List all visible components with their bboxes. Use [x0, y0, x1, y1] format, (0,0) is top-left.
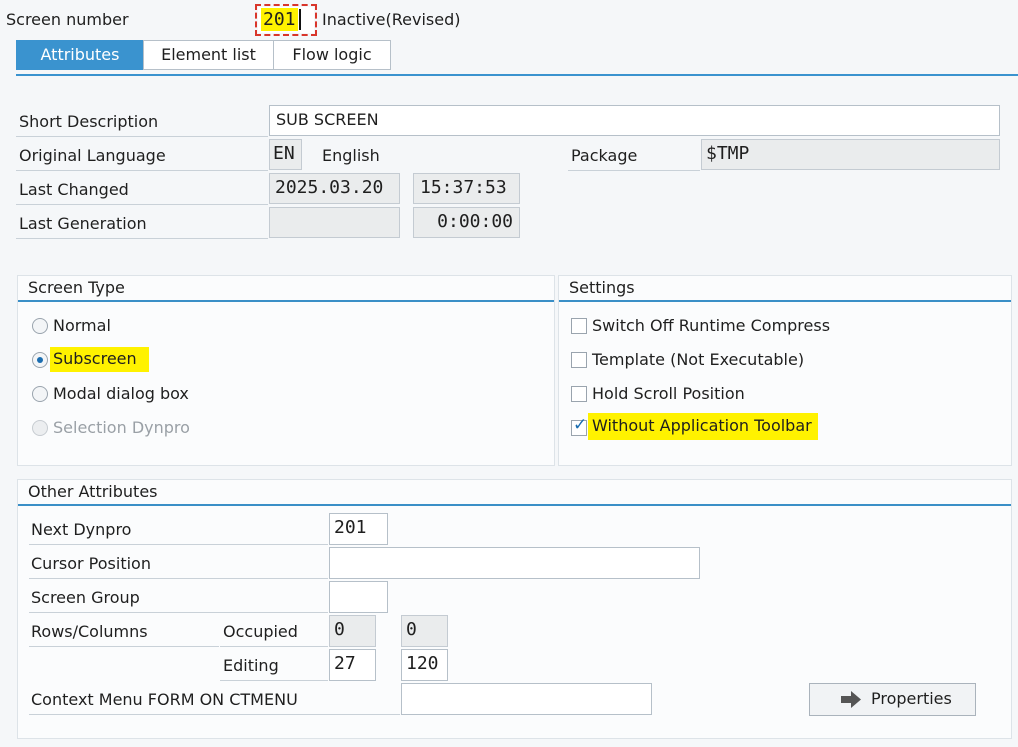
package-label: Package	[571, 146, 638, 165]
screen-group-label: Screen Group	[31, 588, 140, 607]
label-underline	[29, 612, 328, 613]
checkbox-template-label: Template (Not Executable)	[592, 350, 805, 369]
screen-number-label: Screen number	[6, 10, 129, 29]
radio-modal-dialog-box[interactable]	[32, 386, 48, 402]
next-dynpro-input[interactable]: 201	[329, 513, 388, 545]
label-underline	[29, 544, 328, 545]
tab-flow-logic[interactable]: Flow logic	[273, 40, 391, 70]
screen-type-title: Screen Type	[28, 278, 125, 297]
tab-strip-underline	[16, 74, 1018, 76]
checkbox-hold-scroll-position-label: Hold Scroll Position	[592, 384, 745, 403]
checkbox-switch-off-runtime-compress[interactable]	[571, 318, 587, 334]
last-generation-label: Last Generation	[19, 214, 147, 233]
settings-title: Settings	[569, 278, 635, 297]
label-underline	[220, 680, 328, 681]
screen-number-input[interactable]: 201	[258, 7, 314, 33]
radio-normal[interactable]	[32, 318, 48, 334]
label-underline	[16, 204, 268, 205]
editing-columns-input[interactable]: 120	[401, 649, 448, 681]
text-cursor	[298, 9, 301, 30]
radio-normal-label: Normal	[53, 316, 111, 335]
label-underline	[568, 170, 700, 171]
last-generation-date-field	[269, 207, 400, 238]
label-underline	[29, 646, 219, 647]
editing-rows-input[interactable]: 27	[329, 649, 376, 681]
radio-subscreen-label: Subscreen	[50, 347, 149, 372]
language-name: English	[322, 146, 380, 165]
package-field: $TMP	[701, 139, 1000, 170]
checkbox-hold-scroll-position[interactable]	[571, 386, 587, 402]
label-underline	[16, 170, 268, 171]
subscreen-text: Subscreen	[50, 347, 149, 372]
checkbox-template[interactable]	[571, 352, 587, 368]
occupied-columns-field: 0	[401, 615, 448, 647]
panel-title-rule	[559, 300, 1011, 302]
checkmark-icon: ✓	[573, 415, 588, 435]
radio-selection-dynpro	[32, 420, 48, 436]
rows-columns-label: Rows/Columns	[31, 622, 148, 641]
properties-button-label: Properties	[871, 689, 952, 708]
radio-selection-dynpro-label: Selection Dynpro	[53, 418, 190, 437]
context-menu-label: Context Menu FORM ON CTMENU	[31, 690, 298, 709]
original-language-label: Original Language	[19, 146, 166, 165]
cursor-position-input[interactable]	[329, 547, 700, 579]
last-changed-date-field: 2025.03.20	[269, 173, 400, 204]
panel-title-rule	[18, 504, 1011, 506]
radio-modal-dialog-box-label: Modal dialog box	[53, 384, 189, 403]
label-underline	[16, 136, 268, 137]
short-description-label: Short Description	[19, 112, 159, 131]
editing-label: Editing	[223, 656, 279, 675]
properties-button[interactable]: Properties	[809, 683, 976, 716]
label-underline	[220, 646, 328, 647]
without-toolbar-text: Without Application Toolbar	[588, 413, 818, 440]
label-underline	[29, 578, 328, 579]
checkbox-switch-off-runtime-compress-label: Switch Off Runtime Compress	[592, 316, 831, 335]
checkbox-without-application-toolbar[interactable]: ✓	[571, 415, 587, 436]
occupied-label: Occupied	[223, 622, 298, 641]
last-changed-time-field: 15:37:53	[413, 173, 520, 204]
last-generation-time-field: 0:00:00	[413, 207, 520, 238]
next-dynpro-label: Next Dynpro	[31, 520, 132, 539]
tab-element-list[interactable]: Element list	[143, 40, 274, 70]
checkbox-without-application-toolbar-label: Without Application Toolbar	[588, 413, 818, 440]
arrow-right-icon	[840, 684, 862, 715]
occupied-rows-field: 0	[329, 615, 376, 647]
tab-attributes[interactable]: Attributes	[16, 40, 144, 70]
panel-title-rule	[18, 300, 554, 302]
radio-subscreen[interactable]	[32, 352, 48, 368]
last-changed-label: Last Changed	[19, 180, 129, 199]
screen-status: Inactive(Revised)	[322, 10, 461, 29]
screen-group-input[interactable]	[329, 581, 388, 613]
label-underline	[29, 714, 400, 715]
screen-number-value: 201	[261, 8, 298, 31]
context-menu-input[interactable]	[401, 683, 652, 715]
language-code-field: EN	[269, 139, 302, 170]
short-description-input[interactable]: SUB SCREEN	[269, 105, 1000, 136]
cursor-position-label: Cursor Position	[31, 554, 151, 573]
other-attributes-title: Other Attributes	[28, 482, 158, 501]
label-underline	[16, 238, 268, 239]
